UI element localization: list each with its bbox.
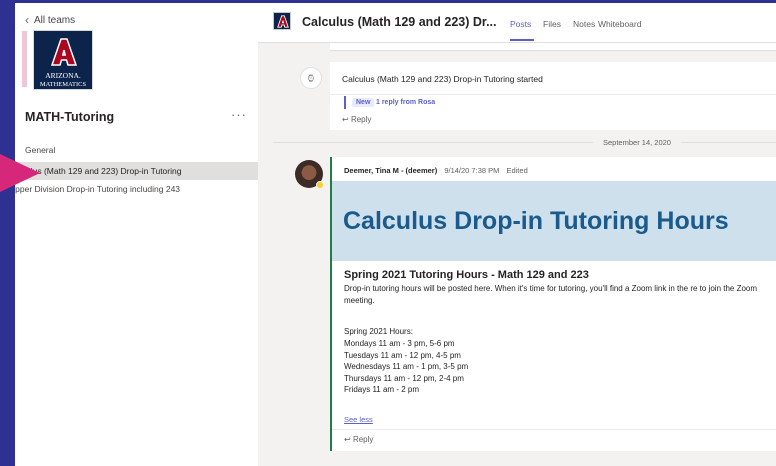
channel-header: Calculus (Math 129 and 223) Dr... Posts … xyxy=(258,3,776,43)
reply-thread-bar xyxy=(344,96,346,109)
hours-title: Spring 2021 Hours: xyxy=(344,327,413,336)
new-badge: New xyxy=(352,98,375,107)
hours-list: Mondays 11 am - 3 pm, 5-6 pm Tuesdays 11… xyxy=(344,338,468,396)
post-subheading: Spring 2021 Tutoring Hours - Math 129 an… xyxy=(344,269,589,281)
channel-title: Calculus (Math 129 and 223) Dr... xyxy=(302,15,497,29)
meeting-reply-button[interactable]: ↩ Reply xyxy=(342,115,371,124)
active-tab-indicator xyxy=(510,39,534,41)
meeting-message-card: Calculus (Math 129 and 223) Drop-in Tuto… xyxy=(330,62,776,130)
tab-posts[interactable]: Posts xyxy=(510,19,531,29)
logo-line-2: MATHEMATICS xyxy=(39,81,87,88)
previous-message-card xyxy=(330,43,776,51)
all-teams-label: All teams xyxy=(34,14,76,26)
hours-item: Mondays 11 am - 3 pm, 5-6 pm xyxy=(344,339,455,348)
post-banner: Calculus Drop-in Tutoring Hours xyxy=(332,181,776,261)
arizona-a-small-icon xyxy=(277,15,289,28)
arizona-a-logo-icon xyxy=(50,38,78,66)
see-less-link[interactable]: See less xyxy=(344,415,373,424)
post-edited: Edited xyxy=(506,166,528,175)
tab-notes[interactable]: Notes xyxy=(573,19,595,29)
team-name: MATH-Tutoring xyxy=(25,110,115,124)
divider xyxy=(332,429,776,430)
post-body: Drop-in tutoring hours will be posted he… xyxy=(344,284,758,305)
date-separator-line xyxy=(273,142,776,143)
reply-arrow-icon: ↩ xyxy=(342,115,351,124)
hours-item: Fridays 11 am - 2 pm xyxy=(344,385,419,395)
post-author[interactable]: Deemer, Tina M - (deemer) xyxy=(344,166,437,175)
meeting-started-text: Calculus (Math 129 and 223) Drop-in Tuto… xyxy=(342,74,543,84)
divider xyxy=(330,94,776,95)
chevron-left-icon: ‹ xyxy=(25,13,29,27)
date-separator-text: September 14, 2020 xyxy=(593,138,681,147)
channel-team-logo xyxy=(273,12,291,30)
pointer-arrow-icon xyxy=(0,154,40,192)
logo-line-1: ARIZONA. xyxy=(45,71,81,80)
announcement-post-card: Deemer, Tina M - (deemer) 9/14/20 7:38 P… xyxy=(330,157,776,451)
reply-label: Reply xyxy=(352,435,374,444)
hours-item: Wednesdays 11 am - 1 pm, 3-5 pm xyxy=(344,362,469,372)
post-time: 9/14/20 7:38 PM xyxy=(444,166,500,175)
hours-item: Thursdays 11 am - 12 pm, 2-4 pm xyxy=(344,373,464,383)
all-teams-link[interactable]: ‹ All teams xyxy=(25,13,75,27)
teams-window: ‹ All teams ARIZONA. MATHEMATICS MATH-Tu… xyxy=(15,3,776,466)
hours-item: Tuesdays 11 am - 12 pm, 4-5 pm xyxy=(344,350,461,360)
reply-arrow-icon: ↩ xyxy=(344,435,353,444)
presence-status-icon xyxy=(316,181,324,189)
team-sidebar: ‹ All teams ARIZONA. MATHEMATICS MATH-Tu… xyxy=(15,3,258,466)
more-options-icon[interactable]: ··· xyxy=(231,107,247,122)
tab-whiteboard[interactable]: Whiteboard xyxy=(598,19,641,29)
tab-files[interactable]: Files xyxy=(543,19,561,29)
date-separator: September 14, 2020 xyxy=(273,135,776,149)
meeting-icon: ⌚︎ xyxy=(300,67,322,89)
avatar[interactable] xyxy=(295,160,324,189)
banner-title: Calculus Drop-in Tutoring Hours xyxy=(343,207,729,235)
reply-label: Reply xyxy=(350,115,372,124)
post-reply-button[interactable]: ↩ Reply xyxy=(344,435,373,444)
post-meta: Deemer, Tina M - (deemer) 9/14/20 7:38 P… xyxy=(344,166,528,175)
reply-summary-link[interactable]: 1 reply from Rosa xyxy=(376,99,435,106)
team-logo: ARIZONA. MATHEMATICS xyxy=(33,30,93,90)
team-color-strip xyxy=(22,31,27,87)
